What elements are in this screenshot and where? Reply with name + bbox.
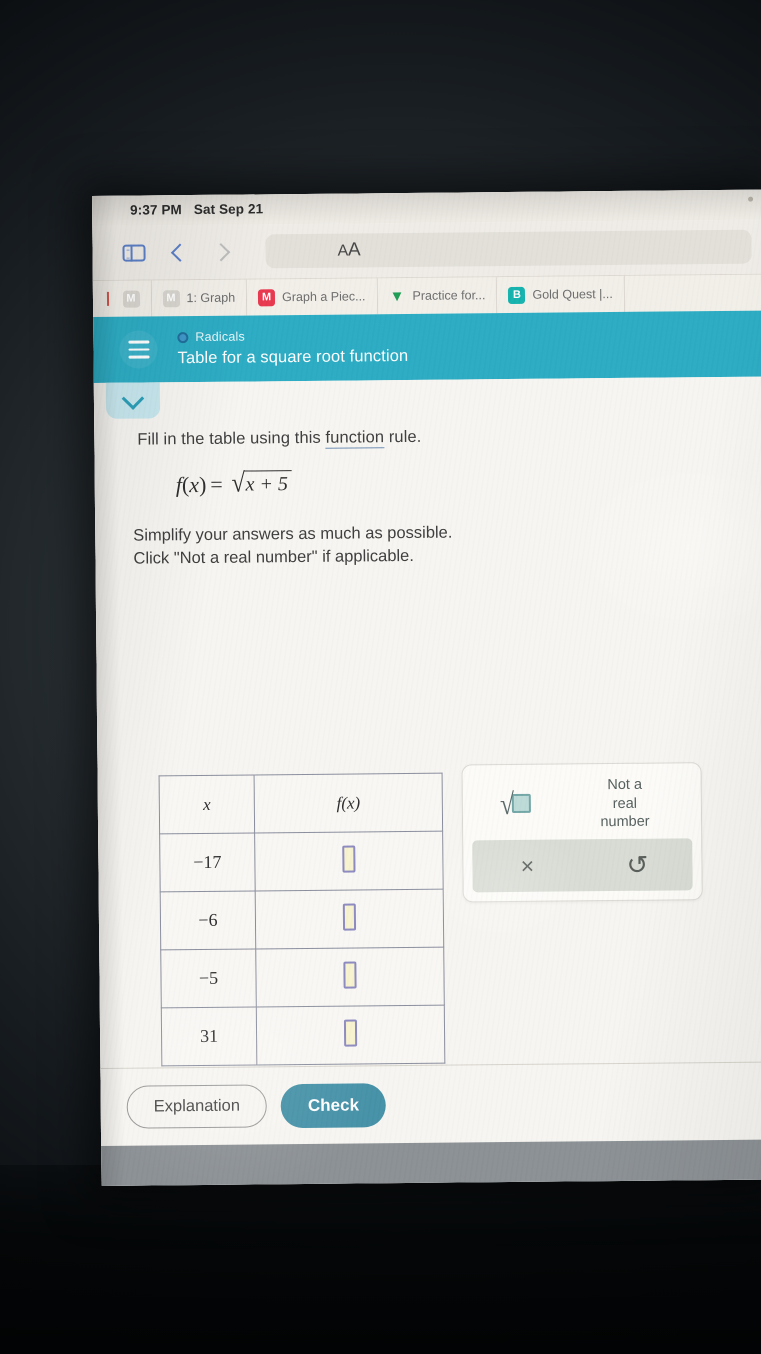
formula-close-paren: ) [198,471,207,497]
browser-tab[interactable]: B Gold Quest |... [497,275,625,314]
status-time: 9:37 PM [130,201,182,218]
tab-cursor [106,291,109,306]
browser-toolbar: AA www-aw [92,219,761,281]
app-header: Radicals Table for a square root functio… [92,310,761,384]
answer-input[interactable] [343,1018,358,1047]
undo-icon[interactable]: ↺ [582,850,692,880]
square-root-icon[interactable]: √ [472,787,558,822]
explanation-button[interactable]: Explanation [126,1084,268,1129]
table-row: −5 [160,947,445,1008]
answer-input[interactable] [343,960,357,989]
function-link[interactable]: function [325,428,385,449]
tab-label: Practice for... [412,288,486,303]
chevron-left-icon[interactable] [170,242,190,262]
nrn-line-3: number [600,813,650,831]
browser-tab[interactable]: M 1: Graph [151,279,248,317]
table-row: 31 [161,1005,445,1066]
favicon-icon: B [508,286,526,304]
answer-table: x f(x) −17 −6 −5 31 [158,772,446,1067]
table-cell-fx[interactable] [255,947,445,1007]
sqrt-placeholder-box [511,793,532,813]
radical-sign-icon: √ [231,467,245,498]
content-area: Fill in the table using this function ru… [92,376,761,1083]
answer-table-wrapper: x f(x) −17 −6 −5 31 [158,772,446,1067]
sidebar-icon[interactable] [122,243,146,262]
page-title: Table for a square root function [177,346,409,368]
table-row: −17 [159,831,444,892]
table-cell-fx[interactable] [254,831,444,891]
tab-label: Gold Quest |... [532,287,613,302]
screen-footer-bezel [99,1139,761,1186]
clear-icon[interactable]: × [472,852,582,878]
tablet-screen: 9:37 PM Sat Sep 21 AA www-aw M M 1: Grap… [92,189,761,1186]
topic-circle-icon [177,331,189,343]
table-cell-fx[interactable] [256,1005,445,1065]
topic-label: Radicals [195,329,245,345]
not-a-real-number-button[interactable]: Not a real number [558,775,693,832]
status-date: Sat Sep 21 [193,200,264,217]
table-cell-x: −5 [160,948,257,1008]
text-size-button[interactable]: AA [337,239,360,261]
topic-row: Radicals [177,328,408,344]
table-row: −6 [160,889,444,950]
status-indicator-dot [748,196,754,202]
palette-controls: × ↺ [472,838,693,893]
hamburger-menu-icon[interactable] [119,330,158,369]
formula-radicand: x + 5 [243,470,293,497]
tab-label: 1: Graph [186,290,236,306]
formula-equals: = [210,471,223,497]
check-button[interactable]: Check [280,1082,387,1128]
action-bar: Explanation Check [98,1061,761,1146]
table-header-fx: f(x) [254,773,443,833]
favicon-icon: M [258,288,276,306]
prompt-text-before: Fill in the table using this [137,428,326,449]
favicon-icon: M [122,290,140,308]
favicon-icon: ▼ [389,287,405,305]
answer-input[interactable] [342,845,356,873]
tab-label: Graph a Piec... [282,289,366,305]
formula-radical: √ x + 5 [231,467,293,498]
question-prompt: Fill in the table using this function ru… [92,377,761,450]
table-cell-x: −17 [159,832,256,892]
browser-tab[interactable]: M [92,280,152,318]
photo-backdrop-shadow [0,1165,761,1354]
address-bar[interactable]: AA www-aw [265,229,752,269]
browser-tab[interactable]: ▼ Practice for... [377,277,498,315]
table-header-row: x f(x) [159,773,443,834]
favicon-icon: M [162,289,180,307]
formula-variable: x [189,471,200,498]
table-cell-fx[interactable] [255,889,444,949]
browser-tab-strip: M M 1: Graph M Graph a Piec... ▼ Practic… [92,273,761,318]
table-header-x: x [159,774,255,834]
browser-tab[interactable]: M Graph a Piec... [246,278,378,316]
nrn-line-2: real [612,795,638,812]
table-cell-x: 31 [161,1006,257,1066]
nrn-line-1: Not a [607,776,643,794]
math-palette: √ Not a real number × ↺ [461,762,703,903]
chevron-right-icon[interactable] [211,242,231,261]
sqrt-glyph: √ [499,787,515,822]
function-formula: f(x) = √ x + 5 [176,466,761,499]
instructions: Simplify your answers as much as possibl… [133,519,761,571]
table-cell-x: −6 [160,890,256,950]
chevron-down-icon [121,386,145,410]
collapse-panel-button[interactable] [105,382,161,419]
answer-input[interactable] [342,903,357,931]
prompt-text-after: rule. [384,427,422,447]
